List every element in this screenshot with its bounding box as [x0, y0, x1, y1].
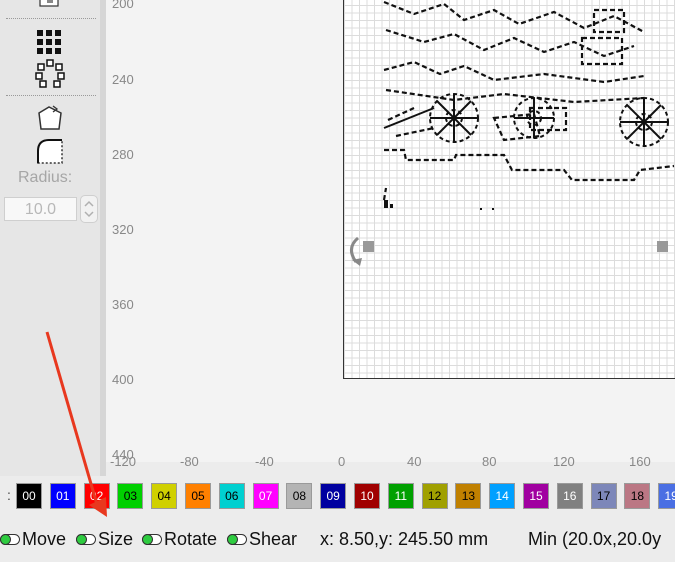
color-swatch-16[interactable]: 16 [556, 483, 583, 509]
color-swatch-18[interactable]: 18 [624, 483, 651, 509]
selection-handle-right [657, 241, 668, 252]
ruler-label-h: 40 [407, 454, 422, 469]
color-swatch-08[interactable]: 08 [286, 483, 313, 509]
color-swatch-00[interactable]: 00 [16, 483, 42, 509]
move-mode-label: Move [22, 529, 67, 549]
tool-separator [6, 18, 96, 19]
toggle-icon[interactable] [142, 534, 162, 545]
polygon-icon[interactable] [35, 105, 65, 133]
color-swatch-03[interactable]: 03 [117, 483, 144, 509]
color-swatch-02[interactable]: 02 [83, 483, 110, 509]
design-artwork[interactable] [344, 0, 675, 379]
ruler-label-h: 120 [553, 454, 575, 469]
paste-icon[interactable] [38, 0, 62, 10]
color-swatch-17[interactable]: 17 [590, 483, 617, 509]
ruler-label-h: -120 [110, 454, 137, 469]
rotate-mode-toggle[interactable]: Rotate [142, 529, 217, 550]
tool-panel: Radius: 10.0 [0, 0, 101, 476]
ruler-label-v: 400 [112, 372, 134, 387]
status-bar: Move Size Rotate Shear x: 8.50,y: 245.50… [0, 520, 675, 562]
color-swatch-11[interactable]: 11 [387, 483, 414, 509]
horizontal-ruler: -120 -80 -40 0 40 80 120 160 [106, 448, 675, 476]
ruler-label-h: -80 [180, 454, 199, 469]
color-swatch-07[interactable]: 07 [252, 483, 279, 509]
toggle-icon[interactable] [0, 534, 20, 545]
toggle-icon[interactable] [76, 534, 96, 545]
tool-separator [6, 95, 96, 96]
radius-label: Radius: [18, 169, 73, 186]
rotate-mode-label: Rotate [164, 529, 218, 549]
color-swatch-12[interactable]: 12 [421, 483, 448, 509]
color-swatch-10[interactable]: 10 [354, 483, 380, 509]
ruler-label-h: 0 [338, 454, 346, 469]
color-swatch-06[interactable]: 06 [218, 483, 245, 509]
circle-dots-icon[interactable] [35, 59, 65, 89]
color-swatch-15[interactable]: 15 [523, 483, 549, 509]
ruler-label-h: -40 [255, 454, 274, 469]
ruler-label-v: 240 [112, 72, 134, 87]
ruler-label-v: 320 [112, 222, 134, 237]
palette-colon: : [7, 487, 11, 503]
ruler-label-v: 280 [112, 147, 134, 162]
color-swatch-09[interactable]: 09 [320, 483, 347, 509]
round-corner-icon[interactable] [35, 137, 65, 165]
shear-mode-toggle[interactable]: Shear [227, 529, 297, 550]
ruler-label-h: 80 [482, 454, 497, 469]
stepper-arrows-icon [84, 200, 94, 218]
shear-mode-label: Shear [249, 529, 298, 549]
rotate-handle-icon[interactable] [344, 234, 376, 272]
color-palette: : 00 01 02 03 04 05 06 07 08 09 10 11 12 13 14 15 16 17 18… [0, 478, 675, 514]
radius-input[interactable]: 10.0 [4, 197, 77, 221]
work-area-grid[interactable] [343, 0, 675, 379]
size-mode-label: Size [98, 529, 134, 549]
color-swatch-01[interactable]: 01 [49, 483, 76, 509]
ruler-label-v: 360 [112, 297, 134, 312]
design-canvas[interactable] [106, 0, 675, 462]
move-mode-toggle[interactable]: Move [0, 529, 66, 550]
color-swatch-05[interactable]: 05 [185, 483, 211, 509]
toggle-icon[interactable] [227, 534, 247, 545]
color-swatch-13[interactable]: 13 [455, 483, 482, 509]
ruler-label-h: 160 [629, 454, 651, 469]
grid-icon[interactable] [36, 29, 64, 57]
color-swatch-14[interactable]: 14 [489, 483, 516, 509]
radius-stepper[interactable] [80, 195, 98, 223]
cursor-coordinates: x: 8.50,y: 245.50 mm [320, 529, 489, 549]
ruler-label-v: 200 [112, 0, 134, 11]
min-size-readout: Min (20.0x,20.0y [528, 529, 662, 549]
color-swatch-04[interactable]: 04 [151, 483, 178, 509]
color-swatch-19[interactable]: 19 [658, 483, 675, 509]
size-mode-toggle[interactable]: Size [76, 529, 133, 550]
